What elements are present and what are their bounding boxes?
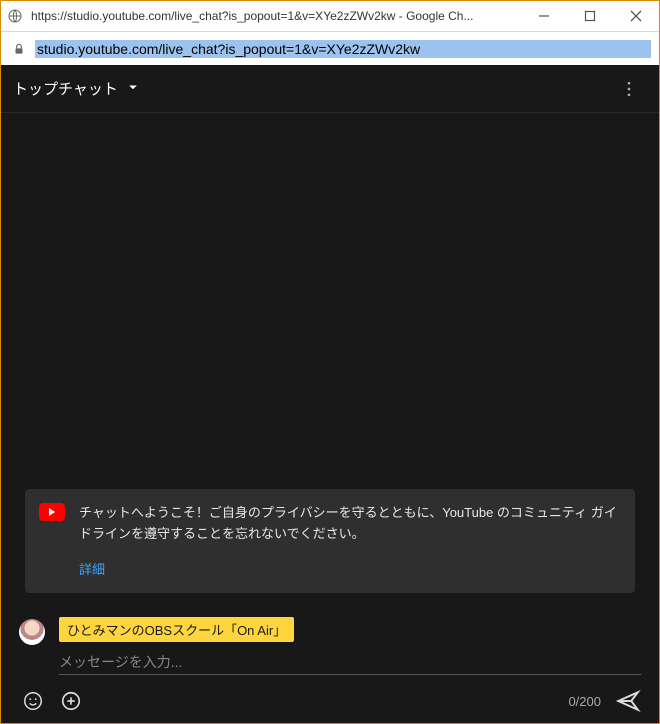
chat-panel: トップチャット チャットへようこそ！ご自身のプライバシーを守るとともに、YouT…	[1, 65, 659, 723]
chevron-down-icon	[124, 78, 142, 100]
chat-mode-dropdown[interactable]: トップチャット	[13, 78, 142, 100]
emoji-button[interactable]	[19, 687, 47, 715]
globe-icon	[1, 8, 29, 24]
chat-messages-area: チャットへようこそ！ご自身のプライバシーを守るとともに、YouTube のコミュ…	[1, 113, 659, 605]
notice-text: チャットへようこそ！ご自身のプライバシーを守るとともに、YouTube のコミュ…	[79, 503, 619, 545]
add-button[interactable]	[57, 687, 85, 715]
send-button[interactable]	[615, 688, 641, 714]
message-input[interactable]	[59, 650, 641, 675]
browser-window: https://studio.youtube.com/live_chat?is_…	[0, 0, 660, 724]
lock-icon	[9, 42, 29, 56]
url-text[interactable]: studio.youtube.com/live_chat?is_popout=1…	[35, 40, 651, 58]
window-title: https://studio.youtube.com/live_chat?is_…	[29, 9, 521, 23]
char-counter: 0/200	[568, 694, 601, 709]
window-titlebar: https://studio.youtube.com/live_chat?is_…	[1, 1, 659, 31]
close-button[interactable]	[613, 1, 659, 31]
username-badge: ひとみマンのOBSスクール「On Air」	[59, 617, 294, 642]
chat-header: トップチャット	[1, 65, 659, 113]
chat-mode-label: トップチャット	[13, 78, 118, 99]
user-avatar	[19, 619, 45, 645]
more-options-button[interactable]	[611, 71, 647, 107]
message-composer: ひとみマンのOBSスクール「On Air」 0/200	[1, 605, 659, 723]
notice-details-link[interactable]: 詳細	[79, 559, 105, 578]
minimize-button[interactable]	[521, 1, 567, 31]
welcome-notice: チャットへようこそ！ご自身のプライバシーを守るとともに、YouTube のコミュ…	[25, 489, 635, 593]
youtube-icon	[39, 503, 65, 521]
address-bar[interactable]: studio.youtube.com/live_chat?is_popout=1…	[1, 31, 659, 65]
maximize-button[interactable]	[567, 1, 613, 31]
